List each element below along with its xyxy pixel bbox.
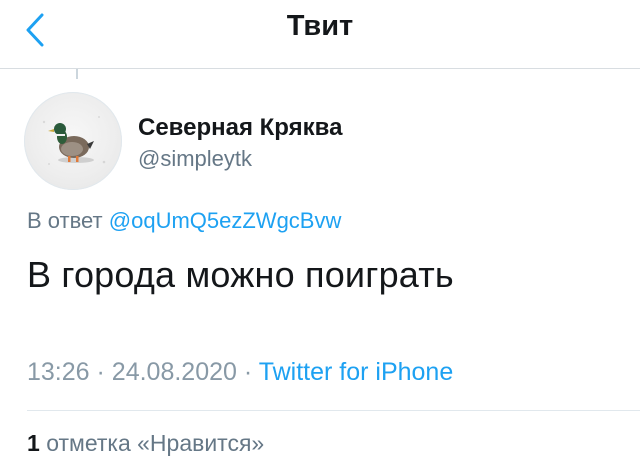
likes-count-link[interactable]: 1 отметка «Нравится» [27, 430, 264, 457]
tweet-meta: 13:26 · 24.08.2020 · Twitter for iPhone [27, 358, 453, 387]
reply-prefix: В ответ [27, 208, 103, 233]
mallard-duck-icon [42, 116, 106, 165]
tweet-time: 13:26 [27, 358, 90, 386]
author-name[interactable]: Северная Кряква [138, 114, 342, 142]
avatar[interactable] [24, 92, 122, 190]
tweet-text: В города можно поиграть [27, 254, 454, 295]
meta-separator: · [96, 358, 105, 386]
tweet-source-link[interactable]: Twitter for iPhone [259, 358, 454, 386]
thread-connector-line [76, 69, 78, 79]
page-title: Твит [286, 10, 354, 42]
likes-count: 1 [27, 430, 40, 456]
reply-mention-link[interactable]: @oqUmQ5ezZWgcBvw [109, 208, 342, 233]
meta-separator: · [243, 358, 253, 386]
divider [27, 410, 640, 411]
top-nav-bar: Твит [0, 0, 640, 69]
reply-context: В ответ @oqUmQ5ezZWgcBvw [27, 208, 341, 234]
author-handle[interactable]: @simpleytk [138, 146, 252, 172]
likes-label: отметка «Нравится» [46, 430, 265, 456]
tweet-date: 24.08.2020 [111, 358, 237, 386]
